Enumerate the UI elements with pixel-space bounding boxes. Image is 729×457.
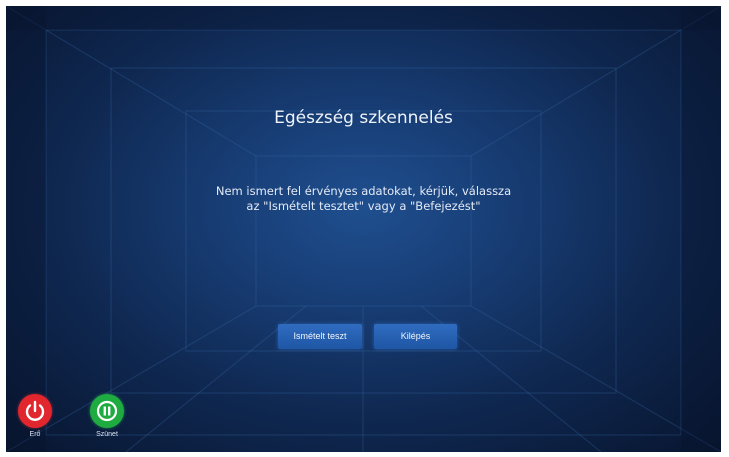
corridor-background — [6, 6, 721, 452]
error-message-line: Nem ismert fel érvényes adatokat, kérjük… — [215, 184, 512, 198]
error-message-line: az "Ismételt tesztet" vagy a "Befejezést… — [246, 199, 481, 213]
retest-button[interactable]: Ismételt teszt — [278, 324, 362, 349]
power-label: Erő — [29, 431, 41, 438]
power-button[interactable] — [18, 394, 52, 428]
error-message: Nem ismert fel érvényes adatokat, kérjük… — [176, 184, 551, 214]
scan-screen: Egészség szkennelés Nem ismert fel érvén… — [6, 6, 721, 452]
pause-button[interactable] — [90, 394, 124, 428]
page-title: Egészség szkennelés — [274, 108, 453, 128]
power-icon — [25, 400, 45, 421]
pause-label: Szünet — [96, 431, 118, 438]
pause-icon — [96, 400, 118, 422]
exit-button[interactable]: Kilépés — [374, 324, 457, 349]
